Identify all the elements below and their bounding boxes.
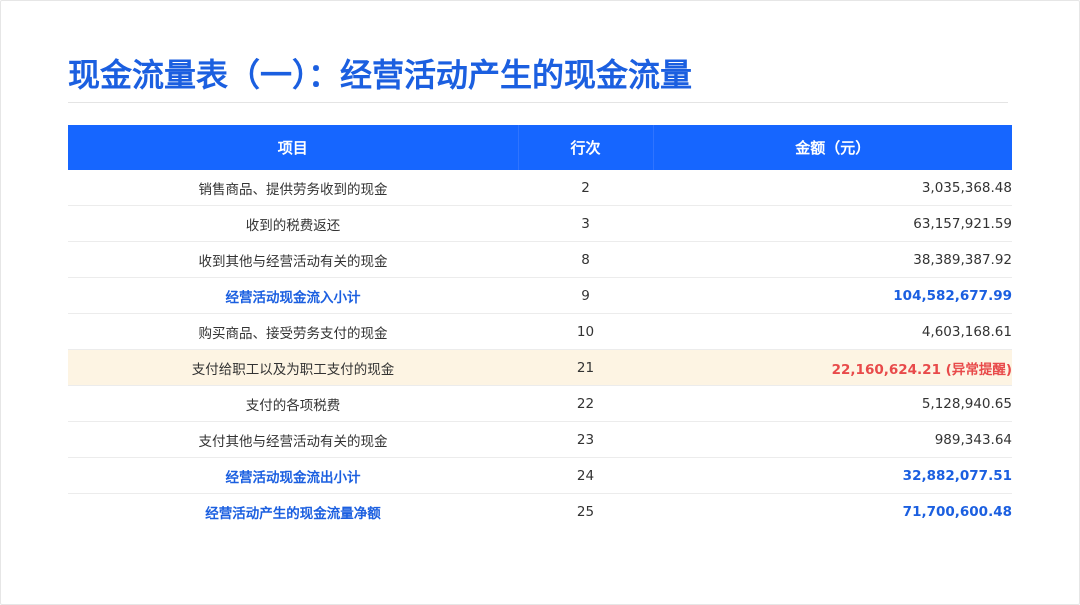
row-number: 9 [518, 277, 653, 314]
row-item: 购买商品、接受劳务支付的现金 [68, 313, 518, 350]
table-header-row: 项目 行次 金额（元） [68, 125, 1012, 170]
row-number: 10 [518, 313, 653, 350]
cash-flow-table: 项目 行次 金额（元） 销售商品、提供劳务收到的现金 2 3,035,368.4… [68, 125, 1012, 529]
table-row: 收到的税费返还 3 63,157,921.59 [68, 205, 1012, 242]
row-number: 23 [518, 421, 653, 458]
table-row: 收到其他与经营活动有关的现金 8 38,389,387.92 [68, 241, 1012, 278]
header-item: 项目 [68, 125, 519, 170]
row-amount-alert: 22,160,624.21 (异常提醒) [653, 349, 1012, 386]
row-number: 2 [518, 170, 653, 206]
row-number: 22 [518, 385, 653, 422]
header-amount: 金额（元） [653, 125, 1012, 170]
table-row: 支付其他与经营活动有关的现金 23 989,343.64 [68, 421, 1012, 458]
table-row: 支付的各项税费 22 5,128,940.65 [68, 385, 1012, 422]
row-amount: 71,700,600.48 [902, 503, 1012, 520]
row-item: 经营活动产生的现金流量净额 [205, 505, 381, 522]
title-divider [68, 102, 1008, 103]
row-item: 支付其他与经营活动有关的现金 [68, 421, 518, 458]
table-row: 购买商品、接受劳务支付的现金 10 4,603,168.61 [68, 313, 1012, 350]
row-amount: 989,343.64 [653, 421, 1012, 458]
row-amount: 3,035,368.48 [653, 170, 1012, 206]
row-item: 收到的税费返还 [68, 205, 518, 242]
subtotal-row: 经营活动现金流出小计 24 32,882,077.51 [68, 457, 1012, 494]
row-amount: 4,603,168.61 [653, 313, 1012, 350]
row-amount: 5,128,940.65 [653, 385, 1012, 422]
subtotal-row: 经营活动现金流入小计 9 104,582,677.99 [68, 277, 1012, 314]
net-total-row: 经营活动产生的现金流量净额 25 71,700,600.48 [68, 494, 1012, 530]
row-number: 25 [576, 503, 595, 520]
row-amount: 38,389,387.92 [653, 241, 1012, 278]
header-row-number: 行次 [518, 125, 654, 170]
row-number: 21 [518, 349, 653, 386]
table-row: 销售商品、提供劳务收到的现金 2 3,035,368.48 [68, 170, 1012, 206]
row-amount: 63,157,921.59 [653, 205, 1012, 242]
row-item: 销售商品、提供劳务收到的现金 [68, 170, 518, 206]
row-amount: 32,882,077.51 [653, 457, 1012, 494]
row-item: 收到其他与经营活动有关的现金 [68, 241, 518, 278]
row-item: 支付给职工以及为职工支付的现金 [68, 349, 518, 386]
row-number: 8 [518, 241, 653, 278]
row-item: 经营活动现金流出小计 [68, 457, 518, 494]
row-item: 经营活动现金流入小计 [68, 277, 518, 314]
row-number: 3 [518, 205, 653, 242]
row-amount: 104,582,677.99 [653, 277, 1012, 314]
page-title: 现金流量表（一）：经营活动产生的现金流量 [68, 56, 693, 94]
row-item: 支付的各项税费 [68, 385, 518, 422]
alert-row: 支付给职工以及为职工支付的现金 21 22,160,624.21 (异常提醒) [68, 349, 1012, 386]
row-number: 24 [518, 457, 653, 494]
